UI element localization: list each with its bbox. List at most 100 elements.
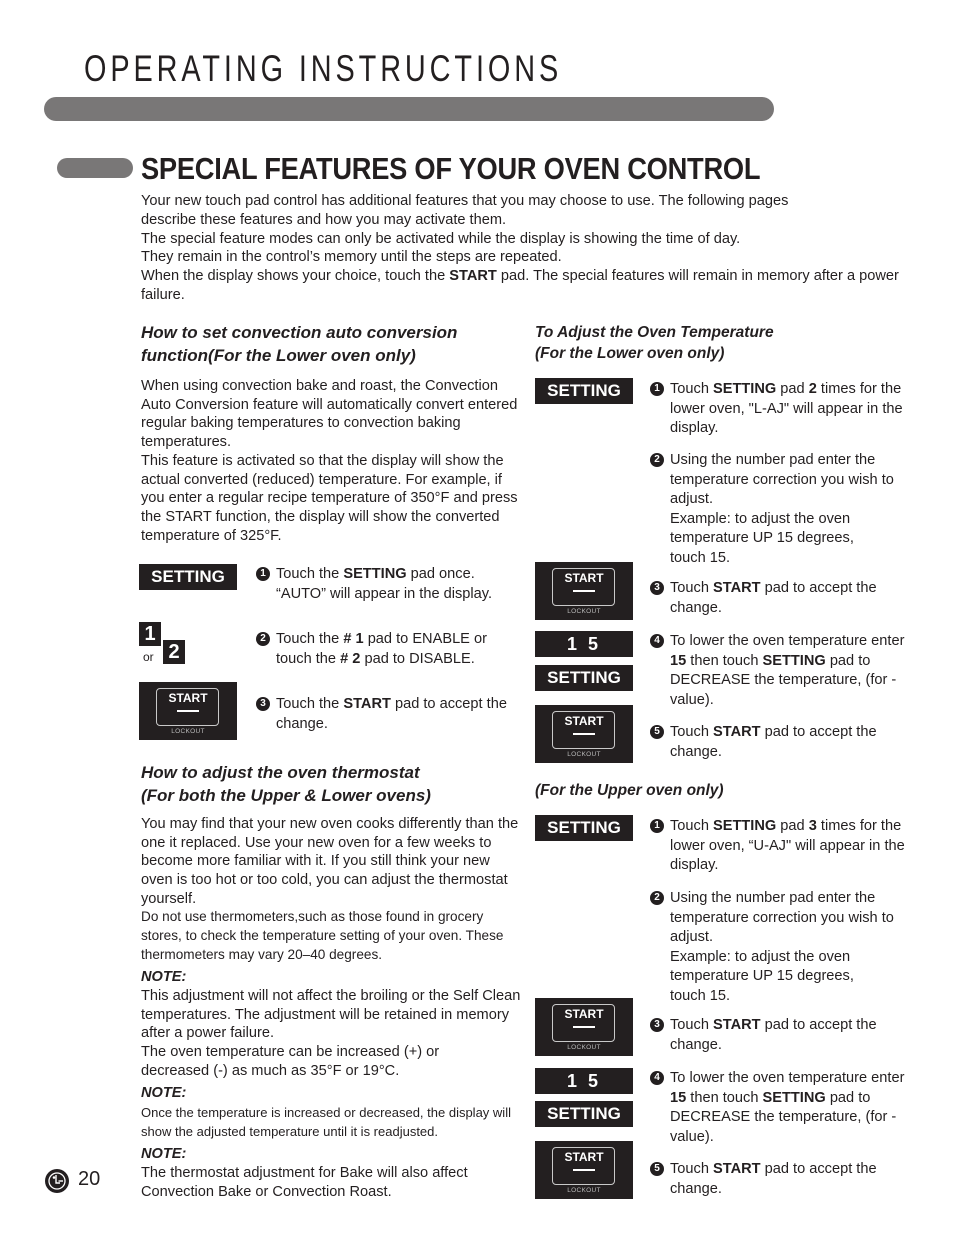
thermostat-warning: Do not use thermometers,such as those fo… <box>141 909 504 963</box>
step-text: Touch <box>670 580 713 596</box>
lower-step-1: 1 Touch SETTING pad 2 times for the lowe… <box>650 380 912 439</box>
step-number-icon: 2 <box>650 453 664 467</box>
step-text: Touch <box>670 724 713 740</box>
convection-body-1: When using convection bake and roast, th… <box>141 378 518 451</box>
lockout-label: LOCKOUT <box>567 1044 601 1051</box>
step-text: To lower the oven temperature enter <box>670 1070 905 1086</box>
step-example: Example: to adjust the oven temperature … <box>670 510 854 566</box>
page-header-title: OPERATING INSTRUCTIONS <box>84 48 563 89</box>
step-number-icon: 1 <box>650 819 664 833</box>
digit-pad-1: 1 <box>139 622 161 646</box>
step-bold: 3 <box>808 818 817 834</box>
step-number-icon: 5 <box>650 725 664 739</box>
step-number-icon: 3 <box>650 581 664 595</box>
convection-body-2: This feature is activated so that the di… <box>141 452 518 544</box>
step-bold: # 1 <box>343 631 364 647</box>
step-text: pad <box>776 381 809 397</box>
lockout-label: LOCKOUT <box>567 608 601 615</box>
upper-step-3: 3 Touch START pad to accept the change. <box>650 1016 912 1055</box>
step-text: Touch <box>670 1161 713 1177</box>
step-bold: 2 <box>808 381 817 397</box>
section-title: SPECIAL FEATURES OF YOUR OVEN CONTROL <box>141 151 761 186</box>
step-bold: SETTING <box>343 566 407 582</box>
start-pad: START LOCKOUT <box>535 562 633 620</box>
header-divider-bar <box>44 97 774 121</box>
step-number-icon: 2 <box>256 632 270 646</box>
start-pad-label: START <box>564 1007 604 1021</box>
step-bold: 15 <box>670 1089 687 1106</box>
number-pad-15: 1 5 <box>535 1068 633 1094</box>
step-number-icon: 4 <box>650 1071 664 1085</box>
setting-pad: SETTING <box>535 815 633 841</box>
start-pad-label: START <box>564 571 604 585</box>
intro-paragraph: Your new touch pad control has additiona… <box>141 192 921 305</box>
upper-step-2: 2 Using the number pad enter the tempera… <box>650 889 912 1006</box>
convection-heading: How to set convection auto conversion fu… <box>141 323 458 365</box>
adjust-lower-heading: To Adjust the Oven Temperature (For the … <box>535 322 915 364</box>
setting-pad: SETTING <box>535 378 633 404</box>
step-bold: SETTING <box>762 652 826 669</box>
step-text: Touch <box>670 381 713 397</box>
step-example: Example: to adjust the oven temperature … <box>670 948 854 1004</box>
intro-bold: START <box>449 268 497 285</box>
step-number-icon: 1 <box>650 382 664 396</box>
step-number-icon: 3 <box>256 697 270 711</box>
step-text: To lower the oven temperature enter <box>670 633 905 649</box>
convection-step-3: 3 Touch the START pad to accept the chan… <box>256 695 516 734</box>
step-number-icon: 1 <box>256 567 270 581</box>
step-bold: START <box>713 1161 761 1177</box>
thermostat-body: You may find that your new oven cooks di… <box>141 816 519 907</box>
lockout-label: LOCKOUT <box>567 751 601 758</box>
section-marker-pill <box>57 158 133 178</box>
intro-line: Your new touch pad control has additiona… <box>141 193 789 228</box>
start-pad-label: START <box>564 1150 604 1164</box>
step-number-icon: 3 <box>650 1018 664 1032</box>
thermostat-heading-line: (For both the Upper & Lower ovens) <box>141 786 431 805</box>
step-bold: START <box>713 724 761 740</box>
note-1-text-b: The oven temperature can be increased (+… <box>141 1044 440 1079</box>
or-label: or <box>143 650 154 664</box>
note-label: NOTE: <box>141 1146 187 1162</box>
upper-step-4: 4 To lower the oven temperature enter 15… <box>650 1069 912 1147</box>
step-text: Touch the <box>276 566 344 582</box>
step-text: then touch <box>686 652 763 669</box>
step-bold: 15 <box>670 652 687 669</box>
step-bold: SETTING <box>713 381 777 397</box>
setting-pad: SETTING <box>535 665 633 691</box>
lockout-label: LOCKOUT <box>171 728 205 735</box>
step-text: Touch <box>670 818 713 834</box>
convection-body: When using convection bake and roast, th… <box>141 377 519 545</box>
intro-line: The special feature modes can only be ac… <box>141 230 741 247</box>
step-text: then touch <box>686 1089 763 1106</box>
convection-step-1: 1 Touch the SETTING pad once. “AUTO” wil… <box>256 565 516 604</box>
note-2-text: Once the temperature is increased or dec… <box>141 1105 511 1139</box>
step-number-icon: 4 <box>650 634 664 648</box>
start-pad: START LOCKOUT <box>535 998 633 1056</box>
step-bold: START <box>713 1017 761 1033</box>
start-pad-label: START <box>564 714 604 728</box>
start-pad: START LOCKOUT <box>139 682 237 740</box>
step-text: Touch the <box>276 696 344 712</box>
step-text: Touch <box>670 1017 713 1033</box>
setting-pad: SETTING <box>139 564 237 590</box>
adjust-lower-heading-line: To Adjust the Oven Temperature <box>535 324 774 341</box>
lower-step-2: 2 Using the number pad enter the tempera… <box>650 451 912 568</box>
start-pad: START LOCKOUT <box>535 705 633 763</box>
note-label: NOTE: <box>141 1085 187 1101</box>
step-number-icon: 5 <box>650 1162 664 1176</box>
setting-pad: SETTING <box>535 1101 633 1127</box>
step-text: pad <box>776 818 809 834</box>
lg-logo-icon <box>45 1169 69 1193</box>
lockout-label: LOCKOUT <box>567 1187 601 1194</box>
note-1-text-a: This adjustment will not affect the broi… <box>141 988 521 1042</box>
number-pad-15: 1 5 <box>535 631 633 657</box>
adjust-upper-heading: (For the Upper oven only) <box>535 782 724 799</box>
step-bold: # 2 <box>340 650 361 667</box>
upper-step-5: 5 Touch START pad to accept the change. <box>650 1160 912 1199</box>
intro-line: When the display shows your choice, touc… <box>141 267 921 305</box>
step-text: Using the number pad enter the temperatu… <box>670 452 894 507</box>
intro-line: They remain in the control’s memory unti… <box>141 249 562 266</box>
note-3-text: The thermostat adjustment for Bake will … <box>141 1165 468 1200</box>
step-number-icon: 2 <box>650 891 664 905</box>
step-text: Using the number pad enter the temperatu… <box>670 890 894 945</box>
